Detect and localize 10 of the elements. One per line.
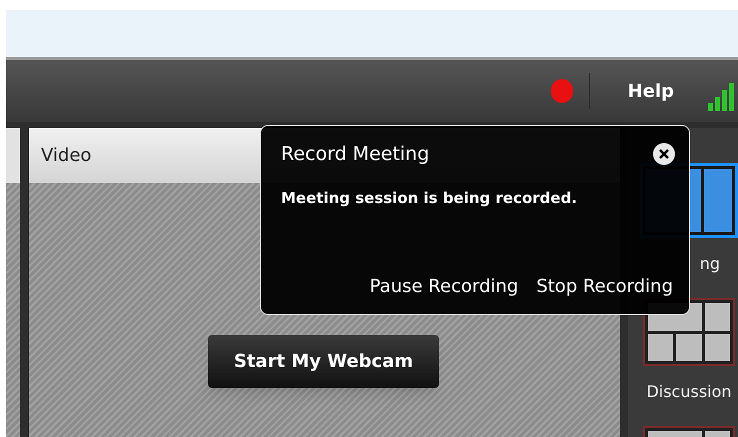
panel-title: Video [41,144,92,168]
start-webcam-button[interactable]: Start My Webcam [208,335,439,388]
popup-title: Record Meeting [281,142,430,167]
popup-action-link[interactable]: Stop Recording [536,273,673,300]
popup-action-link[interactable]: Pause Recording [370,273,518,300]
layout-label: Discussion [646,381,732,403]
help-link[interactable]: Help [628,78,674,104]
popup-message: Meeting session is being recorded. [281,188,578,208]
layout-label: ng [700,253,720,275]
close-icon[interactable] [653,143,675,166]
